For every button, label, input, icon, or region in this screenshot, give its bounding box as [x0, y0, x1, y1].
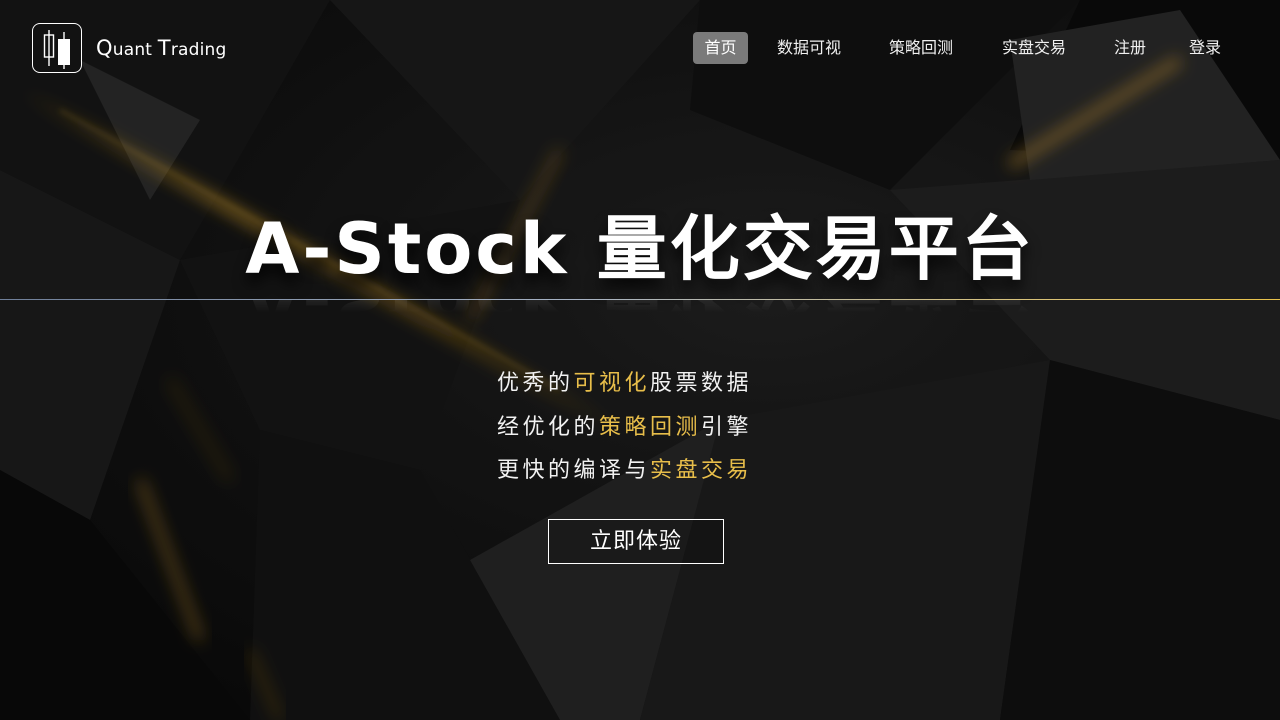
hero-title: A-Stock 量化交易平台	[245, 208, 1035, 290]
hero-taglines: 优秀的可视化股票数据 经优化的策略回测引擎 更快的编译与实盘交易	[497, 362, 897, 493]
background-art	[0, 0, 1280, 720]
nav-register[interactable]: 注册	[1106, 32, 1154, 64]
tagline-backtest: 经优化的策略回测引擎	[497, 406, 897, 450]
nav-login[interactable]: 登录	[1181, 32, 1229, 64]
nav-data-visualization[interactable]: 数据可视	[770, 32, 848, 64]
tagline-highlight: 策略回测	[599, 414, 702, 440]
tagline-text: 更快的编译与	[497, 458, 651, 483]
tagline-text: 优秀的	[497, 371, 574, 396]
hero-title-reflection-text: A-Stock 量化交易平台	[0, 300, 1280, 348]
nav-home[interactable]: 首页	[693, 32, 748, 64]
main-nav: 首页 数据可视 策略回测 实盘交易 注册 登录	[0, 32, 1280, 64]
tagline-live-trading: 更快的编译与实盘交易	[497, 449, 897, 493]
landing-page: Quant Trading 首页 数据可视 策略回测 实盘交易 注册 登录 A-…	[0, 0, 1280, 720]
try-now-button[interactable]: 立即体验	[548, 519, 724, 564]
tagline-text: 引擎	[701, 414, 753, 440]
nav-live-trading[interactable]: 实盘交易	[995, 32, 1073, 64]
hero-title-reflection: A-Stock 量化交易平台	[0, 300, 1280, 352]
nav-strategy-backtest[interactable]: 策略回测	[882, 32, 960, 64]
tagline-text: 股票数据	[650, 371, 753, 396]
tagline-visualization: 优秀的可视化股票数据	[497, 362, 897, 406]
tagline-highlight: 实盘交易	[650, 458, 753, 483]
tagline-text: 经优化的	[497, 414, 600, 440]
tagline-highlight: 可视化	[573, 371, 651, 396]
